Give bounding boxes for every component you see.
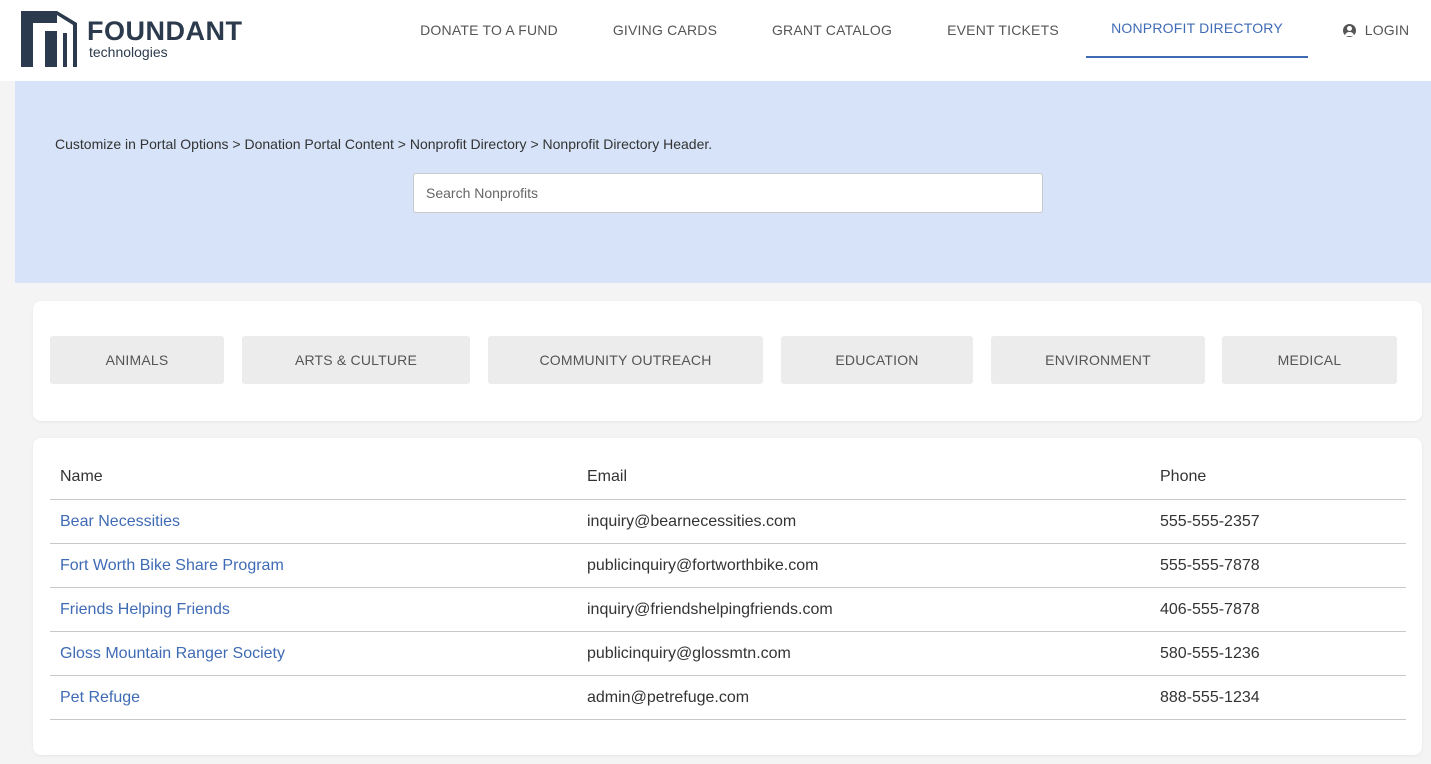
nav-event-tickets[interactable]: EVENT TICKETS xyxy=(936,0,1070,60)
category-medical-button[interactable]: MEDICAL xyxy=(1222,336,1397,384)
category-education-button[interactable]: EDUCATION xyxy=(781,336,973,384)
category-animals-button[interactable]: ANIMALS xyxy=(50,336,224,384)
nonprofit-name-link[interactable]: Gloss Mountain Ranger Society xyxy=(60,632,285,675)
nav-donate-to-a-fund[interactable]: DONATE TO A FUND xyxy=(411,0,567,60)
search-nonprofits-input[interactable] xyxy=(413,173,1043,213)
table-row: Pet Refuge admin@petrefuge.com 888-555-1… xyxy=(50,676,1406,720)
nav-grant-catalog[interactable]: GRANT CATALOG xyxy=(762,0,902,60)
table-row: Gloss Mountain Ranger Society publicinqu… xyxy=(50,632,1406,676)
nonprofit-phone: 555-555-7878 xyxy=(1160,556,1260,574)
nonprofit-name-link[interactable]: Fort Worth Bike Share Program xyxy=(60,544,284,587)
nonprofit-phone: 580-555-1236 xyxy=(1160,644,1260,662)
directory-header-banner: Customize in Portal Options > Donation P… xyxy=(15,81,1431,283)
account-circle-icon xyxy=(1342,23,1356,37)
nonprofit-table-card: Name Email Phone Bear Necessities inquir… xyxy=(33,438,1422,755)
nonprofit-email: admin@petrefuge.com xyxy=(587,688,750,706)
table-row: Bear Necessities inquiry@bearnecessities… xyxy=(50,500,1406,544)
category-filter-card: ANIMALS ARTS & CULTURE COMMUNITY OUTREAC… xyxy=(33,301,1422,421)
column-header-name[interactable]: Name xyxy=(60,455,103,499)
nonprofit-name-link[interactable]: Pet Refuge xyxy=(60,676,140,719)
table-header-row: Name Email Phone xyxy=(50,455,1406,500)
nav-giving-cards[interactable]: GIVING CARDS xyxy=(602,0,728,60)
nonprofit-phone: 555-555-2357 xyxy=(1160,512,1260,530)
column-header-phone[interactable]: Phone xyxy=(1160,455,1206,499)
nonprofit-email: publicinquiry@glossmtn.com xyxy=(587,644,791,662)
top-header: FOUNDANT technologies DONATE TO A FUND G… xyxy=(0,0,1431,81)
nonprofit-email: inquiry@friendshelpingfriends.com xyxy=(587,600,833,618)
nonprofit-email: publicinquiry@fortworthbike.com xyxy=(587,556,819,574)
table-row: Friends Helping Friends inquiry@friendsh… xyxy=(50,588,1406,632)
nonprofit-name-link[interactable]: Friends Helping Friends xyxy=(60,588,230,631)
nav-nonprofit-directory[interactable]: NONPROFIT DIRECTORY xyxy=(1086,0,1308,58)
main-nav: DONATE TO A FUND GIVING CARDS GRANT CATA… xyxy=(0,0,1431,60)
nonprofit-phone: 888-555-1234 xyxy=(1160,688,1260,706)
nonprofit-table: Name Email Phone Bear Necessities inquir… xyxy=(50,455,1406,720)
category-environment-button[interactable]: ENVIRONMENT xyxy=(991,336,1205,384)
nonprofit-name-link[interactable]: Bear Necessities xyxy=(60,500,180,543)
category-arts-culture-button[interactable]: ARTS & CULTURE xyxy=(242,336,470,384)
nonprofit-phone: 406-555-7878 xyxy=(1160,600,1260,618)
login-label: LOGIN xyxy=(1364,22,1410,38)
column-header-email[interactable]: Email xyxy=(587,455,627,499)
banner-customize-text: Customize in Portal Options > Donation P… xyxy=(55,136,713,152)
table-row: Fort Worth Bike Share Program publicinqu… xyxy=(50,544,1406,588)
login-button[interactable]: LOGIN xyxy=(1330,0,1422,60)
nonprofit-email: inquiry@bearnecessities.com xyxy=(587,512,797,530)
category-community-outreach-button[interactable]: COMMUNITY OUTREACH xyxy=(488,336,763,384)
